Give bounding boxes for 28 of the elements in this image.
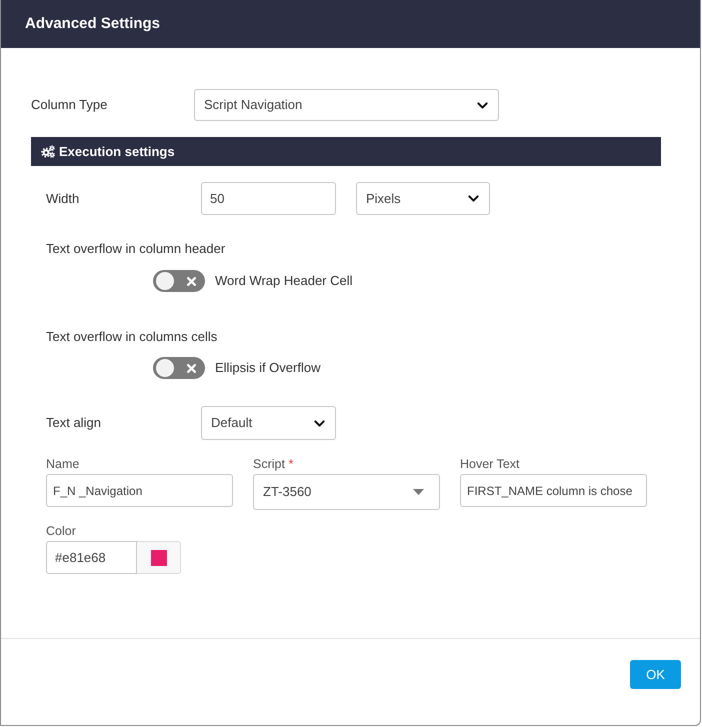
color-label: Color <box>46 523 77 539</box>
toggle-caption: Text overflow in column header <box>46 240 226 258</box>
field-label: Name <box>46 456 80 472</box>
toggle-switch[interactable] <box>153 357 205 379</box>
text-input[interactable]: F_N _Navigation <box>46 474 233 507</box>
field-label: Script * <box>253 456 294 472</box>
text-align-select[interactable]: Default <box>201 406 336 440</box>
dialog-title: Advanced Settings <box>25 15 160 33</box>
cross-icon <box>187 364 196 373</box>
column-type-select[interactable]: Script Navigation <box>194 89 499 121</box>
text-align-label: Text align <box>46 414 102 432</box>
text-input[interactable]: FIRST_NAME column is chose <box>460 474 647 507</box>
width-input[interactable]: 50 <box>201 182 336 215</box>
unit-select[interactable]: Pixels <box>356 182 490 215</box>
column-type-label: Column Type <box>31 96 108 114</box>
toggle-label: Word Wrap Header Cell <box>215 272 353 290</box>
color-picker-button[interactable] <box>137 541 181 574</box>
color-input[interactable]: #e81e68 <box>46 541 137 574</box>
toggle-switch[interactable] <box>153 270 205 292</box>
field-label: Hover Text <box>460 456 521 472</box>
cross-icon <box>187 276 196 286</box>
toggle-caption: Text overflow in columns cells <box>46 328 218 346</box>
width-label: Width <box>46 190 80 208</box>
gears-icon <box>41 145 55 158</box>
script-select[interactable]: ZT-3560 <box>253 474 440 510</box>
caret-down-icon <box>413 489 424 495</box>
section-title: Execution settings <box>59 142 175 161</box>
toggle-label: Ellipsis if Overflow <box>215 359 320 378</box>
